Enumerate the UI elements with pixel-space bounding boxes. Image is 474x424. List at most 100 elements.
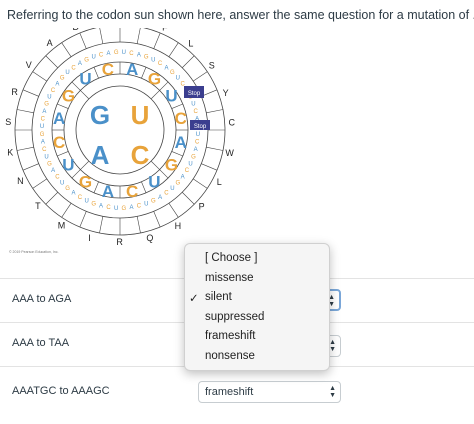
spoke bbox=[201, 163, 218, 171]
ring3-base: G bbox=[44, 102, 49, 108]
spoke bbox=[93, 181, 99, 193]
ring3-base: U bbox=[188, 161, 192, 167]
amino-acid-label: L bbox=[217, 177, 222, 187]
spoke bbox=[61, 42, 72, 57]
row-label-1: AAA to AGA bbox=[12, 293, 72, 305]
spoke bbox=[153, 211, 161, 228]
amino-acid-label: S bbox=[209, 61, 215, 71]
spoke bbox=[141, 181, 147, 193]
ring3-base: U bbox=[92, 55, 96, 61]
ring3-base: U bbox=[122, 50, 126, 56]
ring2-base: C bbox=[175, 109, 187, 128]
inner-base: A bbox=[91, 140, 110, 170]
ring3-base: G bbox=[151, 199, 156, 205]
ring3-base: U bbox=[60, 180, 64, 186]
spoke bbox=[168, 203, 179, 218]
ring2-base: A bbox=[126, 60, 138, 79]
inner-base: G bbox=[90, 100, 110, 130]
ring2-base: G bbox=[62, 87, 75, 106]
ring3-base: A bbox=[41, 139, 45, 145]
spoke bbox=[150, 160, 160, 170]
option-suppressed[interactable]: suppressed bbox=[205, 311, 264, 323]
copyright-text: © 2019 Pearson Education, Inc. bbox=[9, 250, 59, 254]
amino-acid-label: R bbox=[11, 87, 18, 97]
ring3-base: C bbox=[185, 168, 190, 174]
ring2-base: A bbox=[175, 133, 187, 152]
ring3-base: A bbox=[164, 65, 168, 71]
ring3-base: A bbox=[42, 109, 46, 115]
option-choose[interactable]: [ Choose ] bbox=[205, 252, 257, 264]
ring3-base: U bbox=[191, 102, 195, 108]
ring3-base: A bbox=[129, 205, 133, 211]
amino-acid-label: N bbox=[17, 176, 24, 186]
ring3-base: G bbox=[170, 70, 175, 76]
ring3-base: A bbox=[181, 174, 185, 180]
answer-select-3[interactable]: frameshift ▲ ▼ bbox=[198, 381, 341, 403]
spoke bbox=[22, 89, 39, 97]
option-missense[interactable]: missense bbox=[205, 272, 254, 284]
select-arrows-icon: ▲ ▼ bbox=[329, 385, 336, 399]
ring3-base: A bbox=[194, 147, 198, 153]
spoke bbox=[150, 90, 160, 100]
ring3-base: G bbox=[40, 132, 45, 138]
stop-label-2: Stop bbox=[194, 124, 207, 130]
spoke bbox=[79, 32, 87, 49]
codon-wheel: UCAGUCAGUCAGUCAGUCAGUCAGUCAGUCAGUCAGUCAG… bbox=[5, 28, 236, 247]
ring3-base: G bbox=[60, 76, 65, 82]
spoke bbox=[136, 216, 141, 234]
ring2-base: G bbox=[148, 69, 161, 88]
ring3-base: C bbox=[106, 205, 111, 211]
ring3-base: U bbox=[176, 76, 180, 82]
amino-acid-label: Q bbox=[146, 233, 153, 243]
ring3-base: G bbox=[122, 206, 127, 212]
ring3-base: U bbox=[65, 70, 69, 76]
spoke bbox=[32, 71, 47, 82]
stop-label-1: Stop bbox=[188, 91, 201, 97]
spoke bbox=[22, 163, 39, 171]
ring3-base: G bbox=[114, 50, 119, 56]
ring3-base: A bbox=[72, 191, 76, 197]
ring3-base: U bbox=[84, 199, 88, 205]
row-label-3: AAATGC to AAAGC bbox=[12, 385, 110, 397]
ring2-base: C bbox=[53, 133, 65, 152]
amino-acid-label: K bbox=[7, 147, 13, 157]
spoke bbox=[79, 211, 87, 228]
ring3-base: A bbox=[137, 52, 141, 58]
spoke bbox=[99, 28, 104, 44]
ring3-base: C bbox=[55, 174, 60, 180]
row-label-2: AAA to TAA bbox=[12, 337, 70, 349]
ring2-base: G bbox=[165, 155, 178, 174]
ring3-base: A bbox=[55, 82, 59, 88]
amino-acid-label: D bbox=[72, 28, 79, 32]
ring2-base: U bbox=[79, 69, 91, 88]
ring3-base: C bbox=[78, 195, 83, 201]
spoke bbox=[153, 32, 161, 49]
spoke bbox=[206, 109, 224, 114]
spoke bbox=[193, 71, 208, 82]
wheel-rings bbox=[14, 28, 226, 236]
ring2-base: U bbox=[62, 155, 74, 174]
ring3-base: U bbox=[151, 57, 155, 63]
amino-acid-label: C bbox=[229, 118, 236, 128]
dropdown-menu: [ Choose ] missense ✓ silent suppressed … bbox=[184, 243, 330, 371]
amino-acid-label: H bbox=[175, 221, 182, 231]
ring3-base: U bbox=[114, 206, 118, 212]
amino-acid-label: M bbox=[58, 221, 66, 231]
amino-acid-label: T bbox=[35, 201, 41, 211]
option-silent[interactable]: silent bbox=[205, 291, 232, 303]
ring3-base: C bbox=[51, 88, 56, 94]
ring3-base: C bbox=[42, 147, 47, 153]
ring3-base: G bbox=[65, 186, 70, 192]
ring3-base: G bbox=[91, 201, 96, 207]
spoke bbox=[61, 203, 72, 218]
option-frameshift[interactable]: frameshift bbox=[205, 330, 256, 342]
ring3-base: C bbox=[71, 65, 76, 71]
ring3-base: G bbox=[175, 180, 180, 186]
spoke bbox=[93, 67, 99, 79]
spoke bbox=[182, 192, 195, 205]
ring2-base: U bbox=[148, 173, 160, 192]
amino-acid-label: W bbox=[225, 148, 234, 158]
option-nonsense[interactable]: nonsense bbox=[205, 350, 255, 362]
ring3-base: A bbox=[158, 195, 162, 201]
ring3-base: A bbox=[51, 168, 55, 174]
